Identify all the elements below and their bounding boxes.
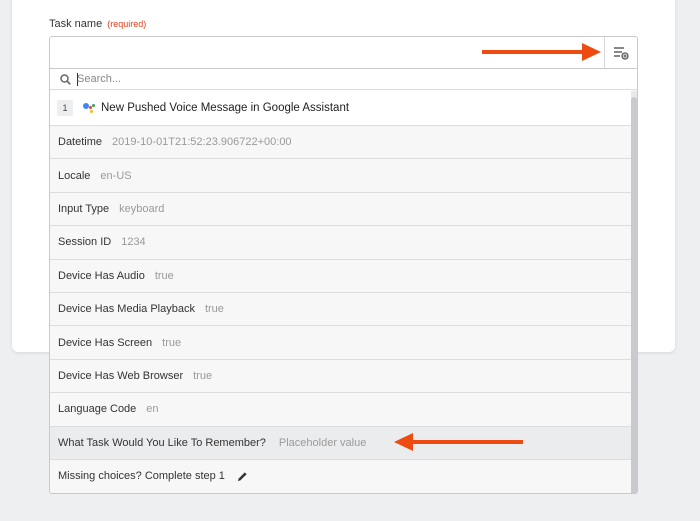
field-option-what-task[interactable]: What Task Would You Like To Remember? Pl… [50,426,632,460]
insert-field-button[interactable] [604,37,637,68]
google-assistant-icon [82,102,95,114]
step-number-badge: 1 [57,99,73,116]
field-value: true [204,303,224,316]
step-title: New Pushed Voice Message in Google Assis… [101,101,350,114]
field-option-device-has-screen[interactable]: Device Has Screen true [50,326,632,360]
field-option-input-type[interactable]: Input Type keyboard [50,193,632,227]
field-key: Device Has Media Playback [58,303,195,316]
field-list: Datetime 2019-10-01T21:52:23.906722+00:0… [50,126,632,460]
annotation-arrow-right [482,43,601,61]
field-dropdown: 1 New Pushed Voice Message in Google Ass… [49,68,638,494]
field-option-datetime[interactable]: Datetime 2019-10-01T21:52:23.906722+00:0… [50,126,632,160]
field-value: keyboard [119,202,165,215]
scrollbar-thumb[interactable] [631,97,637,493]
annotation-arrow-left [394,433,523,451]
step-header: 1 New Pushed Voice Message in Google Ass… [50,90,632,126]
field-option-language-code[interactable]: Language Code en [50,393,632,427]
field-key: What Task Would You Like To Remember? [58,436,266,449]
dropdown-search [50,69,637,90]
field-key: Device Has Screen [58,336,153,349]
field-option-device-has-audio[interactable]: Device Has Audio true [50,260,632,293]
insert-field-icon [614,46,629,60]
field-key: Session ID [58,236,112,249]
dropdown-scrollbar[interactable] [631,91,637,493]
missing-choices-text: Missing choices? Complete step 1 [58,470,225,483]
missing-choices-link[interactable]: Missing choices? Complete step 1 [50,459,632,493]
field-key: Device Has Web Browser [58,369,184,382]
field-option-locale[interactable]: Locale en-US [50,159,632,193]
field-option-device-has-media-playback[interactable]: Device Has Media Playback true [50,293,632,327]
pencil-icon [237,471,248,482]
field-value: true [162,336,182,349]
field-value: Placeholder value [278,436,367,449]
field-option-session-id[interactable]: Session ID 1234 [50,226,632,260]
task-name-label-text: Task name [49,18,103,30]
search-icon [60,73,71,85]
field-value: 1234 [121,236,146,249]
field-key: Device Has Audio [58,269,145,282]
required-indicator: (required) [107,19,147,29]
field-value: true [193,369,213,382]
field-value: en [146,403,159,416]
field-value: true [154,269,174,282]
field-key: Datetime [58,136,103,149]
search-input[interactable] [77,71,577,87]
field-key: Input Type [58,202,110,215]
field-value: en-US [100,169,132,182]
field-key: Locale [58,169,91,182]
task-name-label: Task name (required) [49,18,146,30]
field-value: 2019-10-01T21:52:23.906722+00:00 [112,136,292,149]
field-option-device-has-web-browser[interactable]: Device Has Web Browser true [50,360,632,394]
field-key: Language Code [58,403,137,416]
